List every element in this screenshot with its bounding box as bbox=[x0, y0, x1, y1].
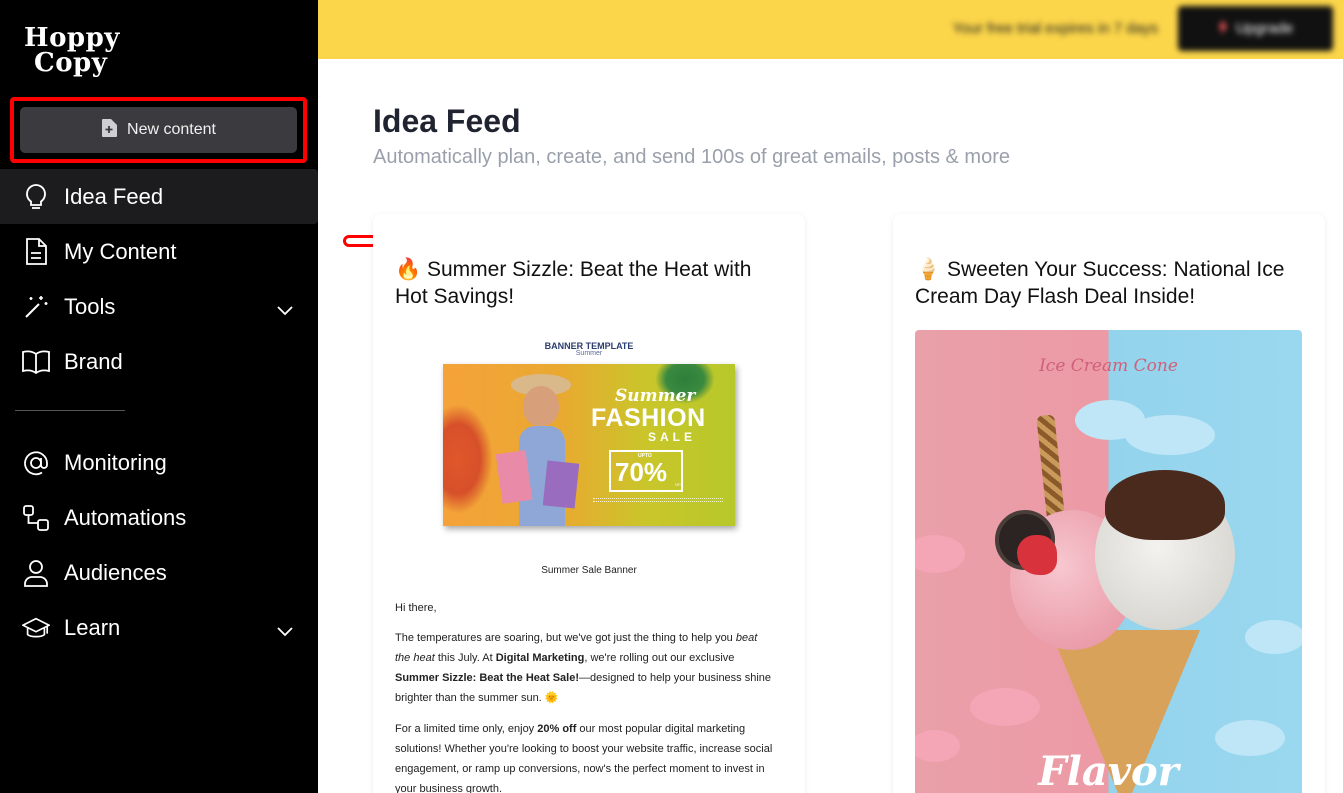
cloud-shape bbox=[970, 688, 1040, 726]
sidebar-item-automations[interactable]: Automations bbox=[0, 490, 318, 545]
automation-icon bbox=[22, 504, 50, 532]
trial-expiry-text: Your free trial expires in 7 days bbox=[952, 20, 1158, 37]
graduation-cap-icon bbox=[22, 614, 50, 642]
magic-wand-icon bbox=[22, 293, 50, 321]
lightning-icon bbox=[1217, 18, 1228, 39]
fire-emoji-icon: 🔥 bbox=[395, 258, 422, 281]
upgrade-label: Upgrade bbox=[1235, 20, 1294, 37]
banner-sale-text: SALE bbox=[648, 430, 697, 444]
new-content-highlight: New content bbox=[10, 97, 307, 163]
ice-cream-image-title: Ice Cream Cone bbox=[1039, 356, 1178, 376]
banner-fashion-text: FASHION bbox=[591, 404, 706, 432]
new-document-icon bbox=[101, 118, 118, 142]
sidebar-item-label: Brand bbox=[64, 348, 123, 374]
model-figure bbox=[495, 372, 580, 526]
lightbulb-icon bbox=[22, 183, 50, 211]
banner-template-sub: Summer bbox=[575, 350, 603, 357]
sidebar-item-brand[interactable]: Brand bbox=[0, 334, 318, 389]
ice-cream-image: Ice Cream Cone Flavor bbox=[915, 330, 1302, 793]
chevron-down-icon[interactable] bbox=[276, 296, 294, 322]
bold-text: 20% off bbox=[537, 723, 577, 735]
card-title[interactable]: 🍦 Sweeten Your Success: National Ice Crea… bbox=[915, 256, 1305, 310]
cloud-shape bbox=[915, 535, 965, 573]
email-greeting: Hi there, bbox=[395, 602, 437, 614]
email-paragraph-2: For a limited time only, enjoy 20% off o… bbox=[395, 719, 775, 793]
at-sign-icon bbox=[22, 449, 50, 477]
ice-cream-emoji-icon: 🍦 bbox=[915, 258, 942, 281]
sidebar: Hoppy Copy New content Idea Feed My Cont… bbox=[0, 0, 318, 793]
sidebar-item-my-content[interactable]: My Content bbox=[0, 224, 318, 279]
sidebar-item-label: Audiences bbox=[64, 559, 167, 585]
trial-banner: Your free trial expires in 7 days Upgrad… bbox=[318, 0, 1343, 59]
sidebar-item-label: Automations bbox=[64, 504, 187, 530]
card-title-text: Sweeten Your Success: National Ice Cream… bbox=[915, 258, 1285, 308]
email-paragraph-1: The temperatures are soaring, but we've … bbox=[395, 628, 775, 708]
idea-card[interactable]: 🔥 Summer Sizzle: Beat the Heat with Hot S… bbox=[373, 214, 805, 793]
leaf-decoration bbox=[443, 404, 493, 514]
page-subtitle: Automatically plan, create, and send 100… bbox=[373, 146, 1011, 168]
page-title: Idea Feed bbox=[373, 103, 521, 139]
flavor-text: Flavor bbox=[1038, 748, 1179, 793]
nav-primary: Idea Feed My Content Tools Brand bbox=[0, 169, 318, 389]
sidebar-item-label: Monitoring bbox=[64, 449, 167, 475]
person-icon bbox=[22, 559, 50, 587]
chevron-down-icon[interactable] bbox=[276, 617, 294, 643]
sidebar-item-audiences[interactable]: Audiences bbox=[0, 545, 318, 600]
head-shape bbox=[523, 386, 559, 426]
card-title-text: Summer Sizzle: Beat the Heat with Hot Sa… bbox=[395, 258, 752, 308]
banner-off-text: OFF bbox=[675, 482, 683, 487]
banner-percent-text: 70% bbox=[615, 457, 668, 487]
sidebar-divider bbox=[15, 410, 125, 411]
cloud-shape bbox=[1125, 415, 1215, 455]
sidebar-item-monitoring[interactable]: Monitoring bbox=[0, 435, 318, 490]
shopping-bag-shape bbox=[542, 460, 580, 509]
text-run: The temperatures are soaring, but we've … bbox=[395, 632, 736, 644]
nav-secondary: Monitoring Automations Audiences Learn bbox=[0, 435, 318, 655]
card-title[interactable]: 🔥 Summer Sizzle: Beat the Heat with Hot S… bbox=[395, 256, 785, 310]
banner-fine-print bbox=[593, 498, 723, 502]
upgrade-button[interactable]: Upgrade bbox=[1178, 6, 1333, 51]
sidebar-item-tools[interactable]: Tools bbox=[0, 279, 318, 334]
cloud-shape bbox=[1245, 620, 1302, 654]
text-run: this July. At bbox=[434, 652, 496, 664]
sidebar-item-learn[interactable]: Learn bbox=[0, 600, 318, 655]
strawberry-shape bbox=[1017, 535, 1057, 575]
logo-line-2: Copy bbox=[34, 48, 108, 78]
sidebar-item-label: Learn bbox=[64, 614, 121, 640]
sidebar-item-label: Tools bbox=[64, 293, 116, 319]
new-content-button[interactable]: New content bbox=[20, 107, 297, 153]
sidebar-item-label: My Content bbox=[64, 238, 177, 264]
book-icon bbox=[22, 348, 50, 376]
document-icon bbox=[22, 237, 50, 266]
text-run: , we're rolling out our exclusive bbox=[584, 652, 735, 664]
sidebar-item-idea-feed[interactable]: Idea Feed bbox=[0, 169, 318, 224]
chocolate-drip bbox=[1105, 470, 1225, 540]
text-run: For a limited time only, enjoy bbox=[395, 723, 538, 735]
hoppy-copy-logo[interactable]: Hoppy Copy bbox=[24, 25, 120, 78]
new-content-label: New content bbox=[127, 121, 216, 138]
summer-sale-banner-image: Summer FASHION SALE UPTO 70% OFF bbox=[443, 364, 735, 526]
bold-text: Digital Marketing bbox=[495, 652, 585, 664]
sidebar-item-label: Idea Feed bbox=[64, 183, 164, 209]
image-caption: Summer Sale Banner bbox=[541, 565, 637, 576]
banner-summer-text: Summer bbox=[615, 386, 696, 406]
bold-text: Summer Sizzle: Beat the Heat Sale! bbox=[395, 672, 580, 684]
idea-card[interactable]: 🍦 Sweeten Your Success: National Ice Crea… bbox=[893, 214, 1325, 793]
